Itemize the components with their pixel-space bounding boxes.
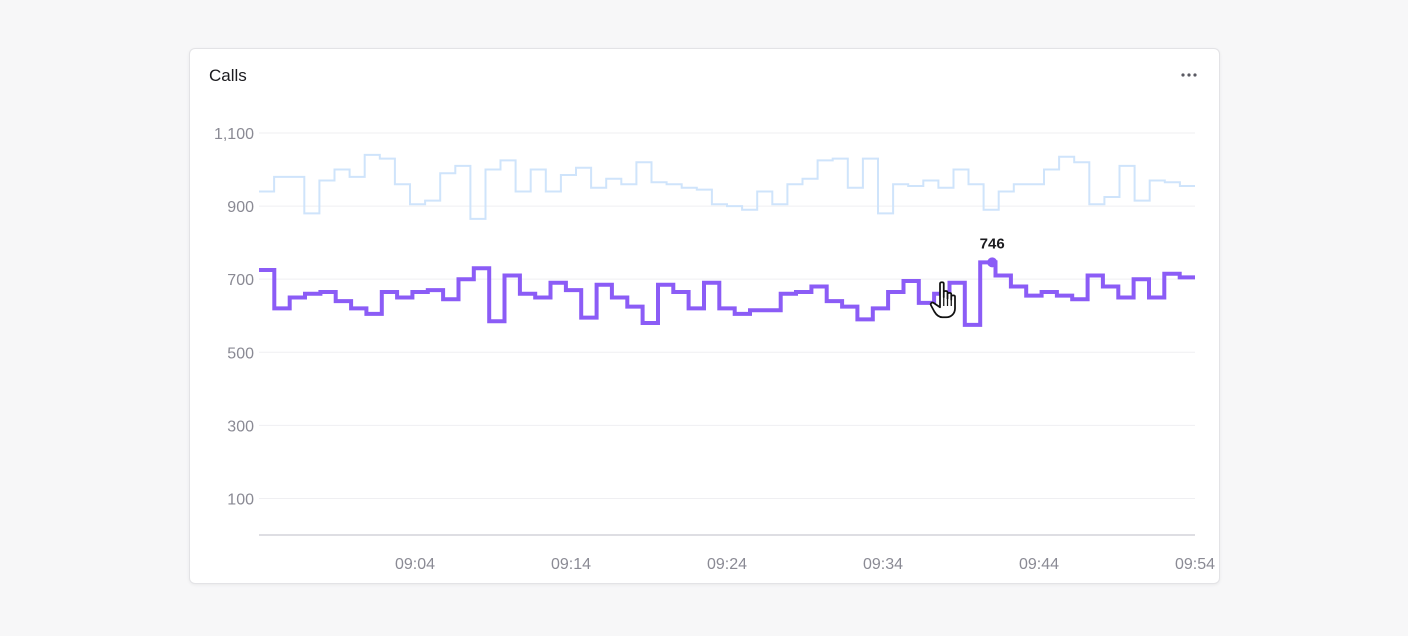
y-tick-label: 100 — [227, 491, 254, 508]
y-tick-label: 900 — [227, 199, 254, 216]
y-axis-ticks: 100 300 500 700 900 1,100 — [214, 126, 254, 508]
hover-point[interactable] — [987, 257, 998, 268]
chart-card: Calls 100 300 500 700 900 1,100 09:04 09:14 09:… — [189, 48, 1220, 584]
series-line-primary — [259, 260, 1195, 327]
x-tick-label: 09:34 — [863, 556, 903, 573]
y-tick-label: 300 — [227, 418, 254, 435]
calls-chart: 100 300 500 700 900 1,100 09:04 09:14 09:24 09:3… — [214, 126, 1215, 573]
x-tick-label: 09:24 — [707, 556, 747, 573]
series-layer — [259, 153, 1195, 327]
y-tick-label: 500 — [227, 345, 254, 362]
series-line-secondary — [259, 153, 1195, 220]
grid-layer — [259, 132, 1195, 536]
x-tick-label: 09:04 — [395, 556, 435, 573]
x-tick-label: 09:44 — [1019, 556, 1059, 573]
x-tick-label: 09:14 — [551, 556, 591, 573]
hover-value-label: 746 — [980, 235, 1005, 252]
y-tick-label: 700 — [227, 272, 254, 289]
y-tick-label: 1,100 — [214, 126, 254, 143]
x-axis-ticks: 09:04 09:14 09:24 09:34 09:44 09:54 — [395, 556, 1215, 573]
x-tick-label: 09:54 — [1175, 556, 1215, 573]
